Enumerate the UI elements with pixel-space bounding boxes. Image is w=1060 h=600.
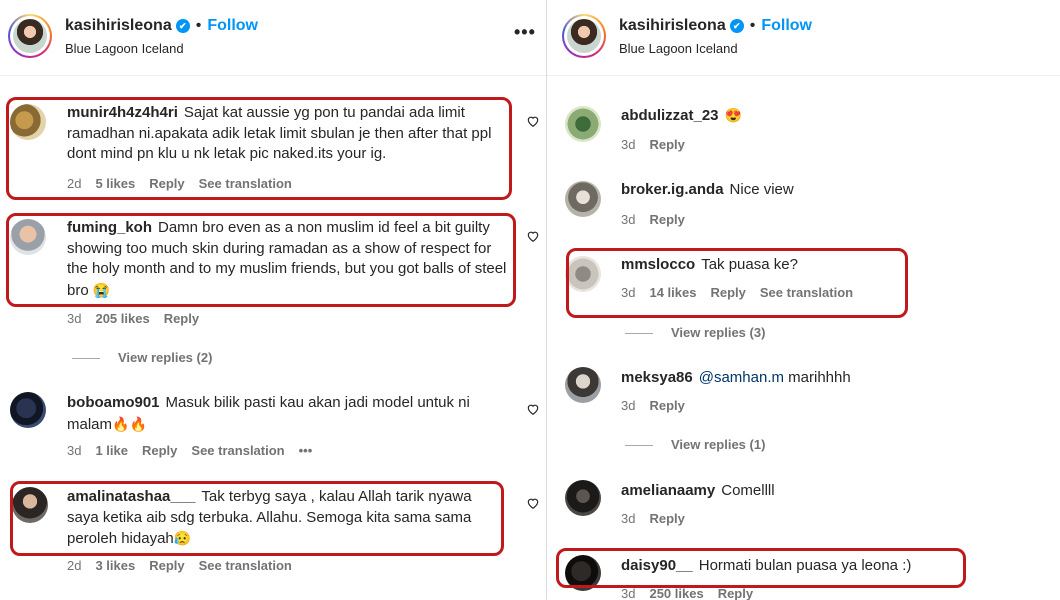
avatar[interactable]	[562, 14, 606, 58]
highlight-box	[10, 481, 504, 556]
fire-emoji: 🔥🔥	[112, 415, 147, 432]
comment-meta: 3d 205 likes Reply	[67, 311, 213, 326]
comment-time: 3d	[621, 398, 636, 413]
reply-button[interactable]: Reply	[164, 311, 199, 326]
comment-username[interactable]: abdulizzat_23	[621, 107, 719, 124]
header-user-row: kasihirisleona ✔ • Follow	[65, 17, 258, 35]
comment-meta: 3d Reply	[621, 511, 699, 526]
like-heart-icon[interactable]	[526, 496, 540, 510]
comment-avatar[interactable]	[565, 367, 601, 403]
left-post-panel: kasihirisleona ✔ • Follow Blue Lagoon Icela…	[0, 0, 546, 600]
comment-body: Comellll	[721, 482, 775, 499]
heart-eyes-emoji: 😍	[724, 107, 742, 123]
comment-time: 3d	[67, 311, 82, 326]
avatar-photo	[567, 19, 601, 53]
comment-time: 3d	[67, 443, 82, 458]
post-header: kasihirisleona ✔ • Follow Blue Lagoon Icela…	[0, 0, 546, 76]
likes-count[interactable]: 1 like	[95, 443, 128, 458]
comment-username[interactable]: boboamo901	[67, 394, 160, 411]
comment-text: amelianaamy Comellll	[621, 481, 775, 502]
likes-count[interactable]: 205 likes	[95, 311, 149, 326]
verified-badge-icon: ✔	[729, 19, 744, 33]
comment-meta: 3d 1 like Reply See translation •••	[67, 443, 326, 458]
like-heart-icon[interactable]	[526, 402, 540, 416]
location-link[interactable]: Blue Lagoon Iceland	[619, 41, 738, 56]
comment-username[interactable]: amelianaamy	[621, 482, 715, 499]
see-translation-button[interactable]: See translation	[191, 443, 284, 458]
username-link[interactable]: kasihirisleona	[619, 17, 726, 34]
comment-text: boboamo901 Masuk bilik pasti kau akan jad…	[67, 393, 507, 435]
comment-avatar[interactable]	[10, 392, 46, 428]
reply-button[interactable]: Reply	[142, 443, 177, 458]
like-heart-icon[interactable]	[526, 229, 540, 243]
comment-meta: 3d Reply	[621, 398, 699, 413]
separator-dot: •	[195, 17, 202, 34]
comment-body: Nice view	[729, 181, 794, 198]
comment-avatar[interactable]	[565, 480, 601, 516]
replies-line	[625, 333, 653, 335]
comment-meta: 2d 3 likes Reply See translation	[67, 558, 306, 573]
comment-avatar[interactable]	[565, 181, 601, 217]
highlight-box	[6, 97, 512, 200]
comment-text: meksya86 @samhan.m marihhhh	[621, 368, 851, 389]
comment-meta: 3d Reply	[621, 137, 699, 152]
comment-text: abdulizzat_23 😍	[621, 105, 742, 127]
avatar-photo	[13, 19, 47, 53]
verified-badge-icon: ✔	[175, 19, 190, 33]
reply-button[interactable]: Reply	[649, 137, 684, 152]
follow-button[interactable]: Follow	[207, 17, 258, 34]
comment-body: marihhhh	[788, 369, 851, 386]
comment-time: 3d	[621, 511, 636, 526]
reply-button[interactable]: Reply	[149, 558, 184, 573]
replies-line	[72, 358, 100, 360]
likes-count[interactable]: 3 likes	[95, 558, 135, 573]
comment-meta: 3d Reply	[621, 212, 699, 227]
highlight-box	[6, 213, 516, 307]
comment-text: broker.ig.anda Nice view	[621, 180, 794, 201]
comment-username[interactable]: broker.ig.anda	[621, 181, 724, 198]
view-replies-button[interactable]: View replies (2)	[72, 350, 212, 365]
separator-dot: •	[749, 17, 756, 34]
comment-avatar[interactable]	[565, 106, 601, 142]
replies-line	[625, 445, 653, 447]
reply-button[interactable]: Reply	[649, 212, 684, 227]
more-options-icon[interactable]: •••	[514, 22, 536, 43]
highlight-box	[556, 548, 966, 588]
highlight-box	[566, 248, 908, 318]
reply-button[interactable]: Reply	[718, 586, 753, 600]
likes-count[interactable]: 250 likes	[649, 586, 703, 600]
comment-time: 3d	[621, 586, 636, 600]
view-replies-button[interactable]: View replies (1)	[625, 437, 765, 452]
like-heart-icon[interactable]	[526, 114, 540, 128]
view-replies-button[interactable]: View replies (3)	[625, 325, 765, 340]
comment-meta: 3d 250 likes Reply	[621, 586, 767, 600]
more-options-icon[interactable]: •••	[299, 443, 313, 458]
header-user-row: kasihirisleona ✔ • Follow	[619, 17, 812, 35]
mention-link[interactable]: @samhan.m	[699, 369, 784, 386]
right-post-panel: kasihirisleona ✔ • Follow Blue Lagoon Icela…	[547, 0, 1060, 600]
location-link[interactable]: Blue Lagoon Iceland	[65, 41, 184, 56]
comment-time: 3d	[621, 137, 636, 152]
comment-username[interactable]: meksya86	[621, 369, 693, 386]
see-translation-button[interactable]: See translation	[199, 558, 292, 573]
username-link[interactable]: kasihirisleona	[65, 17, 172, 34]
comment-time: 3d	[621, 212, 636, 227]
reply-button[interactable]: Reply	[649, 511, 684, 526]
reply-button[interactable]: Reply	[649, 398, 684, 413]
post-header: kasihirisleona ✔ • Follow Blue Lagoon Icela…	[547, 0, 1060, 76]
comment-time: 2d	[67, 558, 82, 573]
avatar[interactable]	[8, 14, 52, 58]
follow-button[interactable]: Follow	[761, 17, 812, 34]
